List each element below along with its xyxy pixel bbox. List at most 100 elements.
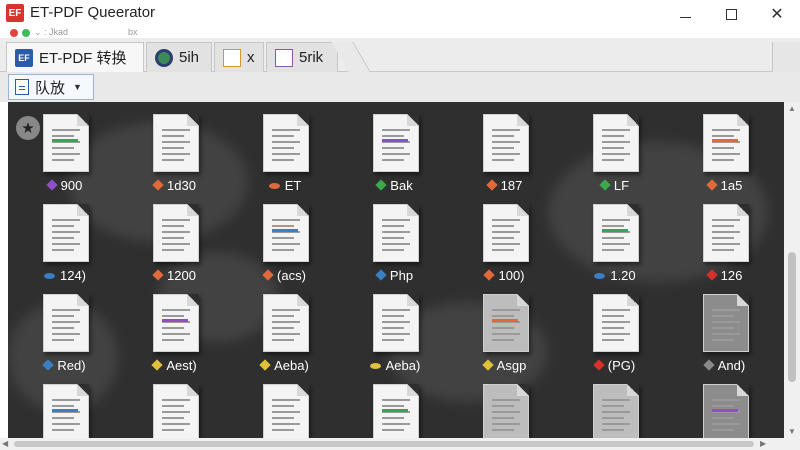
text-line	[272, 219, 300, 221]
file-thumbnail-item[interactable]: Aeba)	[340, 288, 450, 378]
horizontal-scrollbar[interactable]: ◀ ▶	[0, 438, 800, 450]
color-tag-icon	[594, 273, 606, 279]
maximize-button[interactable]	[708, 0, 754, 28]
thumbnail-grid: ★ 900 1d30 ET Bak 187 LF 1a5 124) 1200 (acs) Php 10…	[8, 102, 784, 438]
file-thumbnail-item[interactable]: (PG)	[560, 288, 670, 378]
text-line	[382, 219, 410, 221]
text-line	[492, 147, 514, 149]
document-page-icon	[483, 384, 529, 438]
green-dot-icon[interactable]	[22, 29, 30, 37]
text-line	[382, 399, 410, 401]
file-label-text: 100)	[498, 268, 525, 283]
file-thumbnail-item[interactable]: 1200	[120, 198, 230, 288]
tab-x[interactable]: x	[214, 42, 264, 72]
scroll-up-icon[interactable]: ▲	[788, 104, 796, 113]
file-thumbnail-item[interactable]: Aest)	[120, 288, 230, 378]
tab-label: ET-PDF 转换	[39, 50, 127, 67]
file-thumbnail-item[interactable]	[230, 378, 340, 438]
favorite-star-icon[interactable]: ★	[16, 116, 40, 140]
text-line	[712, 159, 734, 161]
scroll-thumb[interactable]	[788, 252, 796, 382]
document-page-icon	[703, 114, 749, 172]
text-line	[272, 309, 300, 311]
text-line	[52, 219, 80, 221]
maximize-icon	[725, 8, 737, 20]
text-line	[492, 141, 520, 143]
text-line	[712, 249, 734, 251]
text-line	[712, 339, 734, 341]
toolbar: 队放 ▼	[0, 72, 800, 102]
minimize-icon	[679, 16, 691, 18]
file-thumbnail-item[interactable]: 1.20	[560, 198, 670, 288]
file-thumbnail-item[interactable]: Asgp	[450, 288, 560, 378]
document-page-icon	[593, 114, 639, 172]
file-label: 1200	[120, 268, 230, 283]
text-line	[602, 327, 624, 329]
tab-5rik[interactable]: 5rik	[266, 42, 338, 72]
text-line	[382, 309, 410, 311]
text-line	[272, 243, 300, 245]
file-thumbnail-item[interactable]: 124)	[10, 198, 120, 288]
file-thumbnail-item[interactable]: ET	[230, 108, 340, 198]
file-thumbnail-item[interactable]	[120, 378, 230, 438]
text-line	[712, 429, 734, 431]
text-line	[602, 249, 624, 251]
text-line	[162, 417, 184, 419]
scroll-right-icon[interactable]: ▶	[760, 439, 766, 448]
document-page-icon	[153, 114, 199, 172]
file-label-text: 900	[60, 178, 83, 193]
text-line	[602, 159, 624, 161]
document-page-icon	[373, 294, 419, 352]
file-thumbnail-item[interactable]: Aeba)	[230, 288, 340, 378]
minimize-button[interactable]	[662, 0, 708, 28]
color-tag-icon	[375, 179, 387, 191]
file-label: Aeba)	[340, 358, 450, 373]
color-tag-icon	[259, 359, 271, 371]
file-label: ET	[230, 178, 340, 193]
text-line	[602, 399, 630, 401]
text-line	[52, 423, 80, 425]
file-thumbnail-item[interactable]	[670, 378, 780, 438]
tab-overflow[interactable]	[772, 42, 800, 72]
document-page-icon	[703, 204, 749, 262]
sort-dropdown[interactable]: 队放 ▼	[8, 74, 94, 100]
tab-et-pdf[interactable]: EF ET-PDF 转换	[6, 42, 144, 72]
file-label-text: And)	[717, 358, 746, 373]
scroll-left-icon[interactable]: ◀	[2, 439, 8, 448]
text-line	[492, 411, 520, 413]
tab-5ih[interactable]: 5ih	[146, 42, 212, 72]
file-thumbnail-item[interactable]: 100)	[450, 198, 560, 288]
file-thumbnail-item[interactable]	[10, 378, 120, 438]
file-thumbnail-item[interactable]: LF	[560, 108, 670, 198]
document-page-icon	[263, 204, 309, 262]
file-label-text: 124)	[59, 268, 87, 283]
file-thumbnail-item[interactable]: Php	[340, 198, 450, 288]
file-thumbnail-item[interactable]: 126	[670, 198, 780, 288]
text-line	[492, 249, 514, 251]
file-thumbnail-item[interactable]: 1d30	[120, 108, 230, 198]
text-line	[492, 129, 520, 131]
document-page-icon	[593, 384, 639, 438]
vertical-scrollbar[interactable]: ▲ ▼	[784, 102, 800, 438]
file-thumbnail-item[interactable]: Red)	[10, 288, 120, 378]
text-line	[712, 129, 740, 131]
file-thumbnail-item[interactable]: 1a5	[670, 108, 780, 198]
scroll-down-icon[interactable]: ▼	[788, 427, 796, 436]
highlight-line	[602, 229, 628, 232]
file-thumbnail-item[interactable]: 187	[450, 108, 560, 198]
file-thumbnail-item[interactable]: (acs)	[230, 198, 340, 288]
horizontal-scroll-thumb[interactable]	[14, 441, 754, 447]
file-thumbnail-item[interactable]: And)	[670, 288, 780, 378]
close-icon: ✕	[770, 6, 784, 23]
file-thumbnail-item[interactable]: Bak	[340, 108, 450, 198]
text-line	[272, 141, 300, 143]
color-tag-icon	[703, 359, 715, 371]
file-thumbnail-item[interactable]	[450, 378, 560, 438]
red-dot-icon[interactable]	[10, 29, 18, 37]
file-thumbnail-item[interactable]	[340, 378, 450, 438]
text-line	[162, 153, 190, 155]
close-button[interactable]: ✕	[754, 0, 800, 28]
text-line	[382, 231, 410, 233]
file-thumbnail-item[interactable]	[560, 378, 670, 438]
file-label-text: 126	[720, 268, 743, 283]
